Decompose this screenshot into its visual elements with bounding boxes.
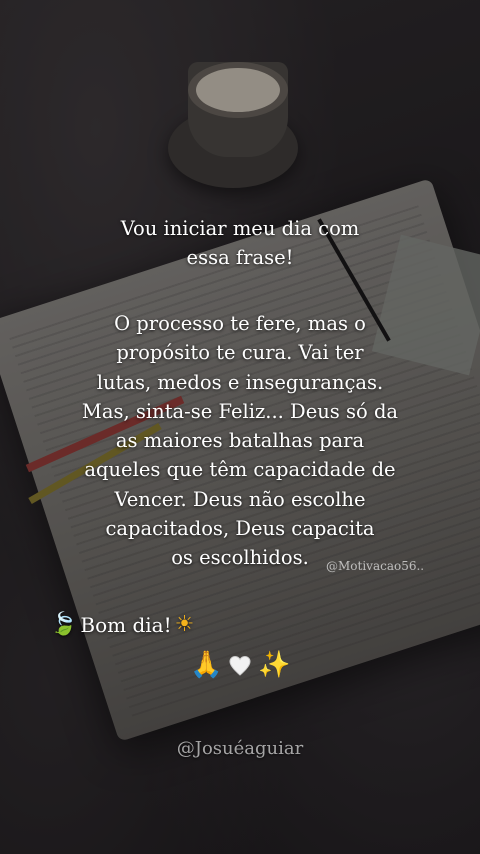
post-content: Vou iniciar meu dia com essa frase! O pr…: [0, 0, 480, 854]
sparkles-icon: ✨: [258, 650, 291, 680]
sun-icon: ☀: [174, 612, 195, 637]
leaf-icon: 🍃: [50, 612, 78, 637]
praying-hands-icon: 🙏: [190, 650, 223, 680]
watermark: @Motivacao56..: [326, 559, 425, 573]
white-heart-icon: [228, 654, 252, 678]
greeting: 🍃 Bom dia! ☀: [50, 612, 194, 637]
quote-text: O processo te fere, mas o propósito te c…: [81, 312, 399, 569]
intro-text: Vou iniciar meu dia com essa frase!: [120, 217, 360, 270]
emoji-row: 🙏 ✨: [190, 650, 291, 680]
author-credit: @Josuéaguiar: [176, 738, 304, 759]
greeting-text: Bom dia!: [80, 612, 172, 637]
